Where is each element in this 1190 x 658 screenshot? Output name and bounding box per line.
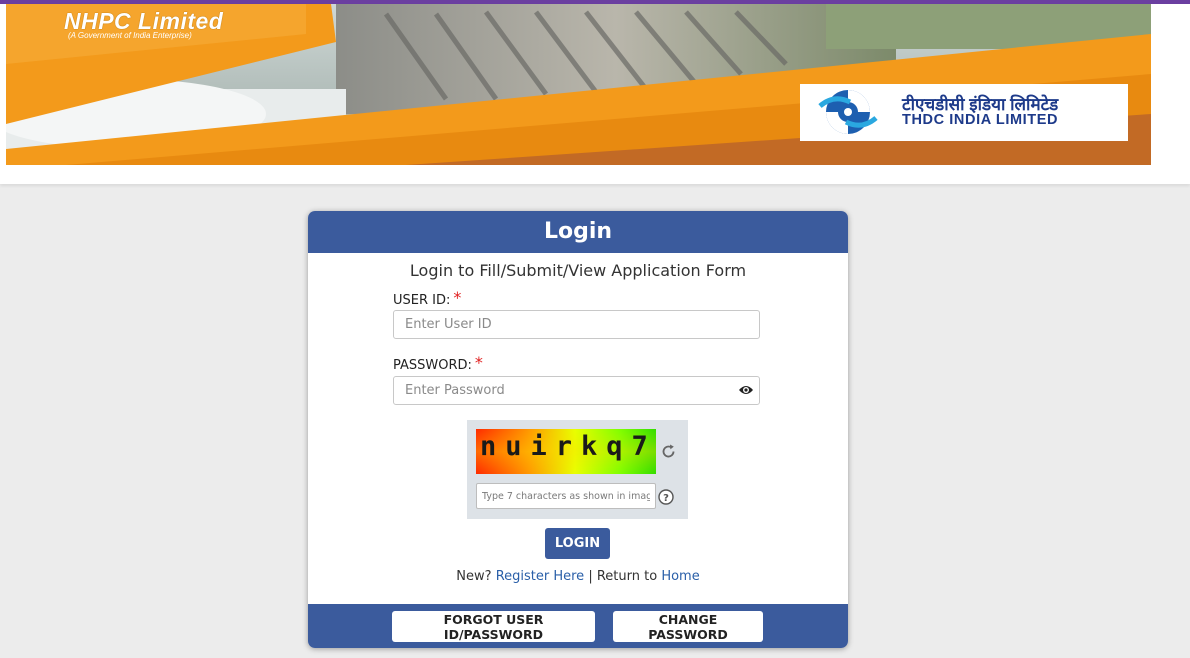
captcha-image: nuirkq7 <box>476 429 656 474</box>
svg-text:?: ? <box>663 493 669 504</box>
header-banner: NHPC Limited (A Government of India Ente… <box>0 4 1190 184</box>
forgot-userid-password-button[interactable]: FORGOT USER ID/PASSWORD <box>392 611 595 642</box>
required-marker: * <box>453 288 462 307</box>
user-id-input[interactable] <box>393 310 760 339</box>
login-header: Login <box>308 211 848 253</box>
register-home-links: New? Register Here | Return to Home <box>308 569 848 584</box>
password-input[interactable] <box>393 376 760 405</box>
home-link[interactable]: Home <box>661 569 699 584</box>
required-marker: * <box>474 353 483 372</box>
login-card: Login Login to Fill/Submit/View Applicat… <box>308 211 848 648</box>
return-text: Return to <box>596 569 658 584</box>
change-password-button[interactable]: CHANGE PASSWORD <box>613 611 763 642</box>
thdc-logo: टीएचडीसी इंडिया लिमिटेड THDC INDIA LIMIT… <box>800 84 1128 141</box>
login-footer: FORGOT USER ID/PASSWORD CHANGE PASSWORD <box>308 604 848 648</box>
register-link[interactable]: Register Here <box>496 569 585 584</box>
login-subtitle: Login to Fill/Submit/View Application Fo… <box>409 261 747 280</box>
help-icon[interactable]: ? <box>658 489 674 505</box>
login-button[interactable]: LOGIN <box>545 528 610 559</box>
nhpc-logo-subtitle: (A Government of India Enterprise) <box>68 31 192 40</box>
refresh-icon[interactable] <box>660 443 677 460</box>
separator: | <box>588 569 593 584</box>
captcha-text: nuirkq7 <box>480 431 656 462</box>
password-label: PASSWORD: * <box>393 353 483 373</box>
thdc-logo-icon <box>818 90 878 134</box>
eye-icon[interactable] <box>738 384 754 396</box>
user-id-label-text: USER ID: <box>393 293 451 308</box>
thdc-english-name: THDC INDIA LIMITED <box>902 112 1059 128</box>
new-text: New? <box>456 569 492 584</box>
captcha-input[interactable] <box>476 483 656 509</box>
captcha-panel: nuirkq7 ? <box>467 420 688 519</box>
banner-image: NHPC Limited (A Government of India Ente… <box>6 4 1151 165</box>
user-id-label: USER ID: * <box>393 288 462 308</box>
password-label-text: PASSWORD: <box>393 358 472 373</box>
